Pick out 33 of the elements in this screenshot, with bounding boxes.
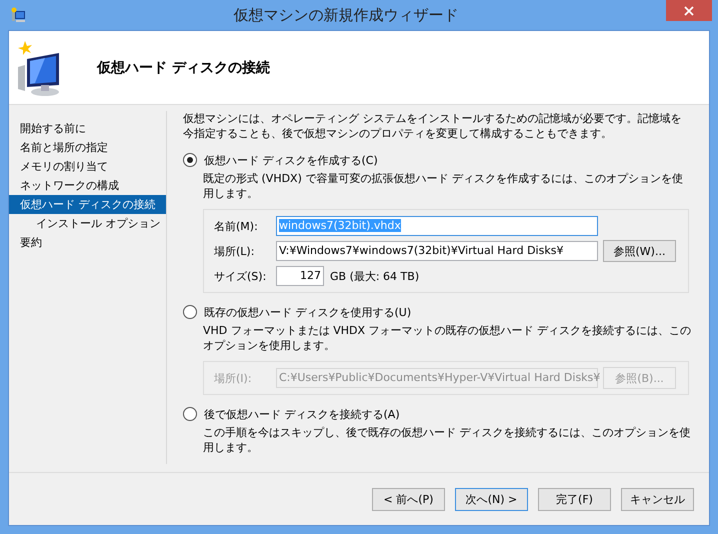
input-field[interactable]: 127	[276, 266, 324, 286]
browse-button[interactable]: 参照(W)...	[603, 240, 676, 262]
field-label: 名前(M):	[214, 218, 259, 234]
page-heading: 仮想ハード ディスクの接続	[97, 58, 270, 76]
close-button[interactable]	[666, 0, 712, 21]
radio-button[interactable]	[183, 407, 197, 421]
field-label: サイズ(S):	[214, 268, 268, 284]
option-description: VHD フォーマットまたは VHDX フォーマットの既存の仮想ハード ディスクを接続するには、このオプションを使用します。	[202, 323, 692, 353]
nav-item[interactable]: 仮想ハード ディスクの接続	[9, 195, 166, 214]
field-label: 場所(I):	[214, 370, 253, 386]
input-field[interactable]: V:¥Windows7¥windows7(32bit)¥Virtual Hard Disks¥	[276, 241, 598, 261]
nav-item[interactable]: 要約	[9, 233, 166, 252]
intro-text: 仮想マシンには、オペレーティング システムをインストールするための記憶域が必要です。記憶域を今指定することも、後で仮想マシンのプロパティを変更して構成することもできます。	[183, 111, 682, 141]
wizard-button[interactable]: キャンセル	[621, 488, 694, 510]
nav-item[interactable]: ネットワークの構成	[9, 176, 166, 195]
field-label: 場所(L):	[214, 244, 256, 258]
app-icon	[10, 7, 26, 23]
radio-button[interactable]	[183, 153, 197, 167]
option-label: 既存の仮想ハード ディスクを使用する(U)	[204, 304, 412, 320]
wizard-button[interactable]: 次へ(N) >	[455, 488, 528, 510]
window-title: 仮想マシンの新規作成ウィザード	[232, 6, 460, 24]
close-icon	[684, 6, 694, 16]
unit-label: GB (最大: 64 TB)	[330, 268, 420, 284]
wizard-button[interactable]: 完了(F)	[538, 488, 611, 510]
nav-item[interactable]: 開始する前に	[9, 119, 166, 138]
nav-item[interactable]: 名前と場所の指定	[9, 138, 166, 157]
option-description: 既定の形式 (VHDX) で容量可変の拡張仮想ハード ディスクを作成するには、このオプションを使用します。	[202, 171, 684, 201]
option-description: この手順を今はスキップし、後で既存の仮想ハード ディスクを接続するには、このオプションを使用します。	[202, 425, 692, 455]
option-label: 仮想ハード ディスクを作成する(C)	[204, 152, 378, 168]
nav-item[interactable]: インストール オプション	[9, 214, 166, 233]
option-label: 後で仮想ハード ディスクを接続する(A)	[204, 406, 400, 422]
wizard-button[interactable]: < 前へ(P)	[372, 488, 445, 510]
nav-item[interactable]: メモリの割り当て	[9, 157, 166, 176]
